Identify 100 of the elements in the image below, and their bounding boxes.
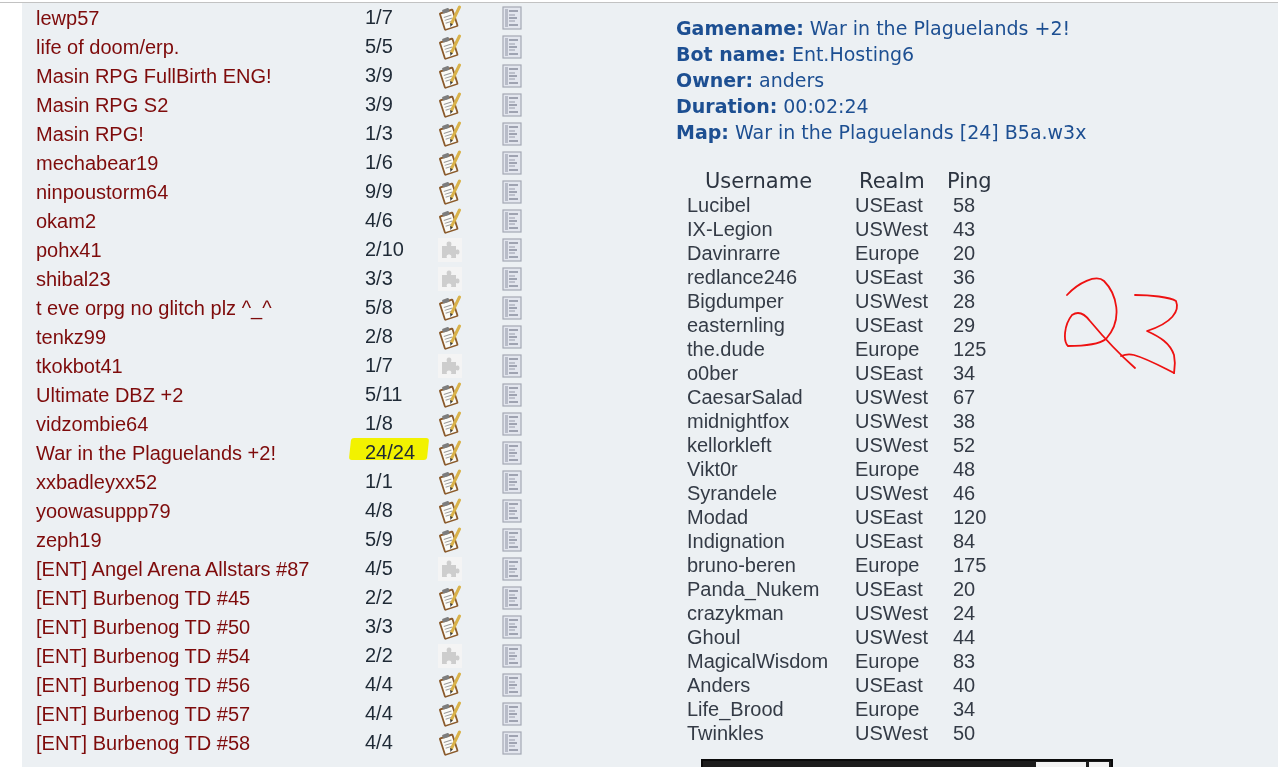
document-icon[interactable] [502,353,522,378]
game-link[interactable]: vidzombie64 [36,411,149,436]
game-link[interactable]: tenkz99 [36,324,107,349]
ping-cell-text: 84 [952,530,976,552]
username-cell: Bigdumper [687,290,784,312]
document-icon[interactable] [502,63,522,88]
clipboard-pencil-icon[interactable] [438,33,462,60]
clipboard-pencil-icon[interactable] [438,323,462,350]
ping-cell-text: 175 [952,554,987,576]
document-icon[interactable] [502,730,522,755]
realm-cell: USEast [855,530,923,552]
player-count: 4/4 [365,730,393,753]
document-icon[interactable] [502,295,522,320]
clipboard-pencil-icon[interactable] [438,381,462,408]
clipboard-pencil-icon[interactable] [438,294,462,321]
clipboard-pencil-icon[interactable] [438,671,462,698]
document-icon[interactable] [502,585,522,610]
realm-cell: Europe [855,554,920,576]
username-cell: redlance246 [687,266,798,288]
clipboard-pencil-icon[interactable] [438,149,462,176]
game-link[interactable]: [ENT] Burbenog TD #58 [36,730,251,755]
ping-cell-text: 43 [952,218,976,240]
clipboard-pencil-icon[interactable] [438,178,462,205]
game-link[interactable]: zeph19 [36,527,102,552]
game-link[interactable]: Masin RPG S2 [36,92,169,117]
game-link[interactable]: [ENT] Burbenog TD #45 [36,585,251,610]
document-icon[interactable] [502,92,522,117]
document-icon[interactable] [502,614,522,639]
clipboard-pencil-icon[interactable] [438,62,462,89]
document-icon[interactable] [502,237,522,262]
document-icon[interactable] [502,382,522,407]
document-icon[interactable] [502,208,522,233]
document-icon[interactable] [502,672,522,697]
clipboard-pencil-icon[interactable] [438,207,462,234]
username-cell: Lucibel [687,194,751,216]
document-icon[interactable] [502,527,522,552]
ping-cell-text: 48 [952,458,976,480]
field-label: Owner: [676,68,754,93]
game-link[interactable]: [ENT] Angel Arena Allstars #87 [36,556,310,581]
clipboard-pencil-icon[interactable] [438,526,462,553]
player-count: 24/24 [365,440,416,463]
document-icon[interactable] [502,498,522,523]
document-icon[interactable] [502,411,522,436]
document-icon[interactable] [502,179,522,204]
game-link[interactable]: ninpoustorm64 [36,179,169,204]
username-cell: o0ber [687,362,739,384]
game-link[interactable]: [ENT] Burbenog TD #50 [36,614,251,639]
clipboard-pencil-icon[interactable] [438,584,462,611]
clipboard-pencil-icon[interactable] [438,410,462,437]
ping-cell-text: 120 [952,506,987,528]
document-icon[interactable] [502,5,522,30]
clipboard-pencil-icon[interactable] [438,729,462,756]
clipboard-pencil-icon[interactable] [438,439,462,466]
document-icon[interactable] [502,701,522,726]
column-header: Username [704,169,813,193]
document-icon[interactable] [502,440,522,465]
realm-cell: USEast [855,362,923,384]
username-cell: kellorkleft [687,434,772,456]
player-count: 3/3 [365,614,393,637]
ping-cell-text: 29 [952,314,976,336]
document-icon[interactable] [502,121,522,146]
game-link[interactable]: life of doom/erp. [36,34,180,59]
game-link[interactable]: tkokbot41 [36,353,123,378]
game-link[interactable]: xxbadleyxx52 [36,469,158,494]
ping-cell-text: 46 [952,482,976,504]
game-link[interactable]: lewp57 [36,5,100,30]
document-icon[interactable] [502,324,522,349]
clipboard-pencil-icon[interactable] [438,497,462,524]
field-value: War in the Plaguelands [24] B5a.w3x [734,120,1087,145]
game-link[interactable]: t eve orpg no glitch plz ^_^ [36,295,272,320]
game-link[interactable]: okam2 [36,208,97,233]
username-cell: crazykman [687,602,784,624]
clipboard-pencil-icon[interactable] [438,91,462,118]
game-link[interactable]: [ENT] Burbenog TD #57 [36,701,251,726]
document-icon[interactable] [502,150,522,175]
document-icon[interactable] [502,469,522,494]
game-link[interactable]: mechabear19 [36,150,159,175]
clipboard-pencil-icon[interactable] [438,700,462,727]
clipboard-pencil-icon[interactable] [438,4,462,31]
player-count: 4/6 [365,208,393,231]
document-icon[interactable] [502,34,522,59]
field-value: War in the Plaguelands +2! [809,16,1071,41]
username-cell: MagicalWisdom [687,650,829,672]
game-link[interactable]: Masin RPG FullBirth ENG! [36,63,272,88]
game-link[interactable]: pohx41 [36,237,102,262]
player-count: 1/8 [365,411,393,434]
game-link[interactable]: [ENT] Burbenog TD #54 [36,643,251,668]
document-icon[interactable] [502,556,522,581]
clipboard-pencil-icon[interactable] [438,120,462,147]
game-link[interactable]: Ultimate DBZ +2 [36,382,184,407]
game-link[interactable]: Masin RPG! [36,121,144,146]
game-link[interactable]: shibal23 [36,266,111,291]
clipboard-pencil-icon[interactable] [438,613,462,640]
username-cell: Ghoul [687,626,741,648]
game-link[interactable]: yoowasuppp79 [36,498,171,523]
game-link[interactable]: War in the Plaguelands +2! [36,440,276,465]
document-icon[interactable] [502,266,522,291]
game-link[interactable]: [ENT] Burbenog TD #56 [36,672,251,697]
clipboard-pencil-icon[interactable] [438,468,462,495]
document-icon[interactable] [502,643,522,668]
